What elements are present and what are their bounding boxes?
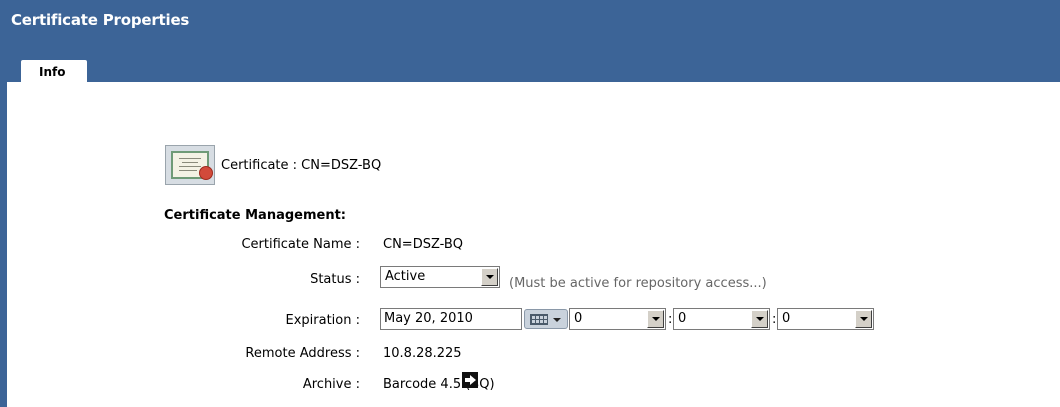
archive-label: Archive : xyxy=(302,377,360,392)
expiration-hour-select[interactable]: 0 xyxy=(569,308,666,330)
status-select[interactable]: Active xyxy=(380,266,500,288)
left-border xyxy=(0,82,7,407)
certificate-management-heading: Certificate Management: xyxy=(164,208,346,223)
expiration-second-value: 0 xyxy=(782,311,791,326)
expiration-minute-value: 0 xyxy=(678,311,687,326)
expiration-date-value: May 20, 2010 xyxy=(384,311,473,326)
certificate-name-label: Certificate Name : xyxy=(241,237,360,252)
remote-address-value: 10.8.28.225 xyxy=(383,346,462,361)
certificate-properties-window: Certificate Properties Info Certificate … xyxy=(0,0,1060,407)
expiration-label: Expiration : xyxy=(285,313,361,328)
status-select-value: Active xyxy=(385,269,426,284)
expiration-minute-select[interactable]: 0 xyxy=(673,308,770,330)
time-separator: : xyxy=(772,312,777,327)
time-separator: : xyxy=(668,312,673,327)
certificate-icon xyxy=(165,145,215,185)
certificate-seal xyxy=(199,166,213,180)
page-title: Certificate Properties xyxy=(11,11,190,29)
expiration-hour-value: 0 xyxy=(574,311,583,326)
expiration-date-input[interactable]: May 20, 2010 xyxy=(380,308,522,330)
expiration-second-select[interactable]: 0 xyxy=(777,308,874,330)
calendar-icon xyxy=(530,314,548,325)
remote-address-label: Remote Address : xyxy=(245,346,360,361)
chevron-down-icon[interactable] xyxy=(647,310,664,328)
chevron-down-icon[interactable] xyxy=(855,310,872,328)
chevron-down-icon xyxy=(553,318,561,322)
status-note: (Must be active for repository access...… xyxy=(509,276,767,291)
chevron-down-icon[interactable] xyxy=(481,268,498,286)
arrow-right-icon[interactable] xyxy=(462,372,478,388)
calendar-button[interactable] xyxy=(524,309,568,329)
tab-info[interactable]: Info xyxy=(21,60,87,84)
chevron-down-icon[interactable] xyxy=(751,310,768,328)
status-label: Status : xyxy=(310,272,360,287)
tab-info-label: Info xyxy=(39,65,66,79)
certificate-name-value: CN=DSZ-BQ xyxy=(383,237,464,252)
certificate-title: Certificate : CN=DSZ-BQ xyxy=(221,158,382,173)
title-bar: Certificate Properties xyxy=(0,0,1060,82)
